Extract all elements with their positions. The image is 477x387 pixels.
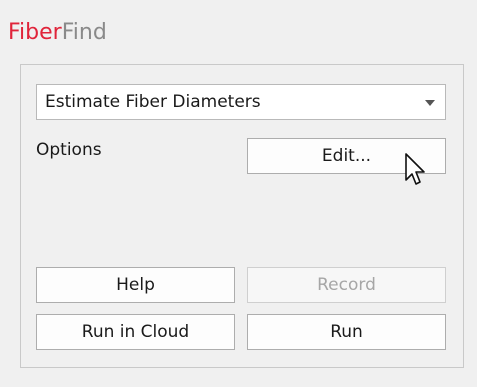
chevron-down-icon — [425, 100, 435, 106]
app-title-secondary: Find — [61, 20, 107, 45]
record-button[interactable]: Record — [247, 267, 446, 303]
run-in-cloud-button[interactable]: Run in Cloud — [36, 314, 235, 350]
operation-dropdown-value: Estimate Fiber Diameters — [45, 92, 261, 112]
run-button[interactable]: Run — [247, 314, 446, 350]
operation-dropdown[interactable]: Estimate Fiber Diameters — [36, 84, 446, 120]
app-title: FiberFind — [8, 18, 107, 48]
help-button[interactable]: Help — [36, 267, 235, 303]
options-label: Options — [36, 140, 102, 160]
app-title-primary: Fiber — [8, 20, 62, 45]
pointer-cursor-icon — [405, 153, 425, 185]
